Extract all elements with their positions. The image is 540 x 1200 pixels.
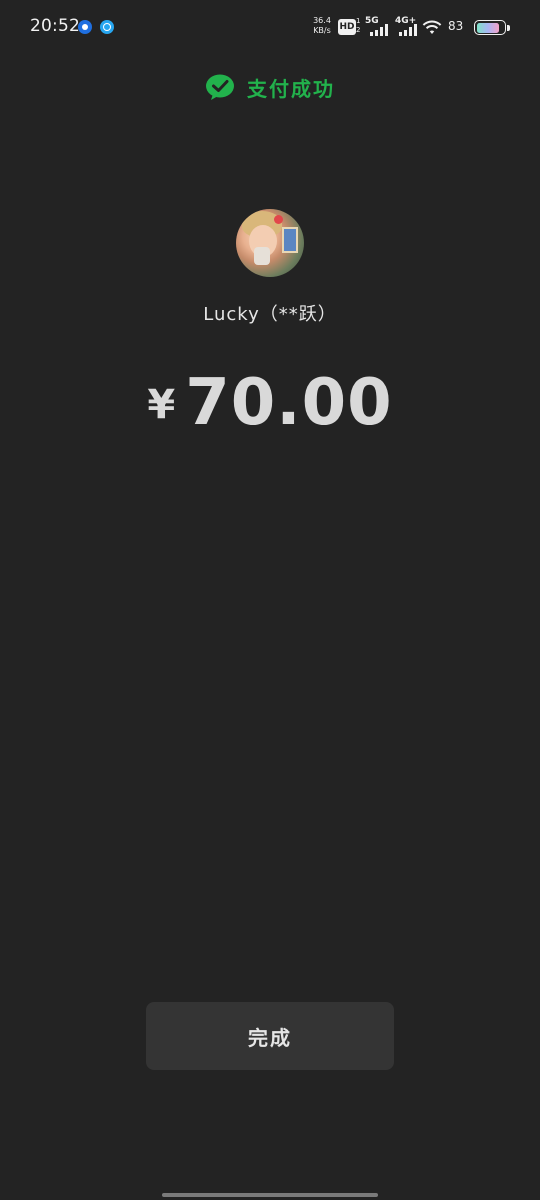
done-button[interactable]: 完成 — [146, 1002, 394, 1070]
wifi-icon — [422, 20, 442, 34]
sync-notification-icon — [100, 20, 114, 34]
battery-fill — [476, 22, 499, 33]
recipient-avatar — [236, 209, 304, 277]
hd-voice-icon: HD — [338, 19, 356, 35]
app-notification-icon — [78, 20, 92, 34]
network-speed-unit: KB/s — [313, 26, 331, 35]
hd-sim-top: 1 — [356, 17, 361, 25]
signal-strength-icon-2 — [399, 22, 417, 36]
signal-strength-icon — [370, 22, 388, 36]
network-speed-value: 36.4 — [313, 16, 331, 25]
status-bar: 20:52 36.4 KB/s HD 1 2 5G 4G+ 83 — [0, 0, 540, 56]
battery-tip — [507, 25, 510, 31]
hd-sim-bottom: 2 — [356, 26, 361, 34]
payment-success-title: 支付成功 — [247, 76, 335, 101]
wechat-pay-icon — [206, 74, 234, 100]
home-indicator[interactable] — [162, 1193, 378, 1197]
battery-percent: 83 — [448, 19, 464, 33]
amount-value: 70.00 — [185, 366, 393, 440]
payment-success-header: 支付成功 — [0, 70, 540, 104]
currency-symbol: ¥ — [147, 382, 176, 428]
battery-icon — [474, 20, 506, 35]
status-time: 20:52 — [30, 16, 80, 36]
payment-amount: ¥ 70.00 — [0, 366, 540, 440]
network-speed: 36.4 KB/s — [311, 16, 333, 36]
recipient-name: Lucky（**跃） — [203, 304, 337, 325]
hd-sim-indicator: 1 2 — [356, 17, 360, 35]
